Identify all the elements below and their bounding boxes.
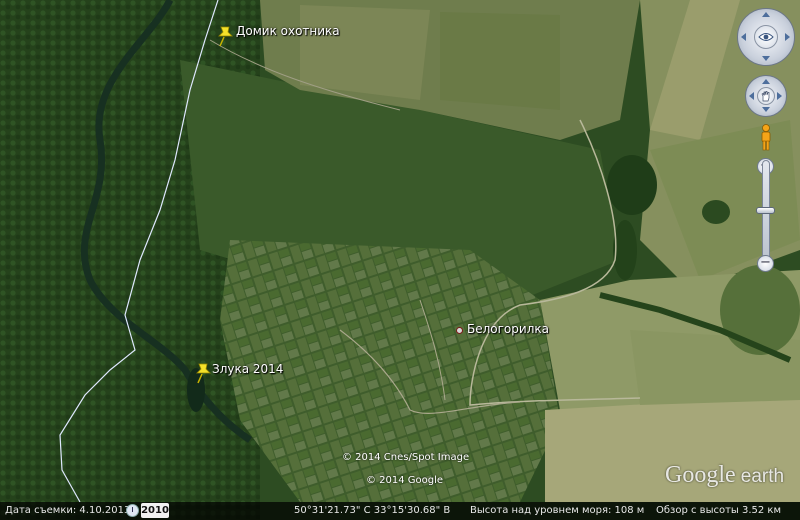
town-marker[interactable]	[456, 327, 463, 334]
satellite-terrain	[0, 0, 800, 520]
look-right-arrow-icon[interactable]	[785, 33, 790, 41]
placemark-zluka[interactable]	[194, 362, 212, 388]
zoom-out-button[interactable]: −	[757, 255, 774, 272]
move-up-arrow-icon[interactable]	[762, 79, 770, 84]
move-left-arrow-icon[interactable]	[749, 92, 754, 100]
zoom-slider-track[interactable]	[762, 160, 770, 270]
look-control[interactable]	[737, 8, 795, 66]
imagery-credit-spot: © 2014 Cnes/Spot Image	[342, 452, 470, 463]
pushpin-icon	[196, 363, 211, 384]
pushpin-icon	[218, 26, 233, 47]
logo-google-text: Google	[665, 462, 736, 488]
map-view[interactable]: Домик охотника Злука 2014 Белогорилка © …	[0, 0, 800, 520]
google-earth-logo: Google earth	[665, 462, 784, 489]
move-control[interactable]	[745, 75, 787, 117]
look-down-arrow-icon[interactable]	[762, 56, 770, 61]
eye-icon	[758, 33, 774, 41]
elevation-readout: Высота над уровнем моря: 108 м	[470, 505, 645, 516]
imagery-date: Дата съемки: 4.10.2013	[5, 505, 131, 516]
historical-imagery-clock-icon[interactable]	[126, 504, 139, 517]
move-right-arrow-icon[interactable]	[777, 92, 782, 100]
move-down-arrow-icon[interactable]	[762, 107, 770, 112]
look-left-arrow-icon[interactable]	[741, 33, 746, 41]
eye-altitude-readout: Обзор с высоты 3.52 км	[656, 505, 782, 516]
placemark-label-hunting-lodge[interactable]: Домик охотника	[236, 24, 340, 38]
status-bar: Дата съемки: 4.10.2013 2010 50°31'21.73"…	[0, 502, 800, 520]
logo-earth-text: earth	[740, 466, 785, 487]
look-joystick[interactable]	[754, 25, 778, 49]
pointer-coordinates: 50°31'21.73" С 33°15'30.68" В	[294, 505, 451, 516]
zoom-slider-handle[interactable]	[756, 207, 775, 214]
imagery-credit-google: © 2014 Google	[366, 475, 444, 486]
move-joystick[interactable]	[757, 87, 775, 105]
look-up-arrow-icon[interactable]	[762, 12, 770, 17]
town-label[interactable]: Белогорилка	[467, 322, 549, 336]
historical-year-badge[interactable]: 2010	[141, 503, 169, 518]
placemark-hunting-lodge[interactable]	[216, 25, 234, 51]
pegman-icon[interactable]	[759, 124, 773, 152]
hand-icon	[761, 90, 770, 101]
placemark-label-zluka[interactable]: Злука 2014	[212, 362, 283, 376]
